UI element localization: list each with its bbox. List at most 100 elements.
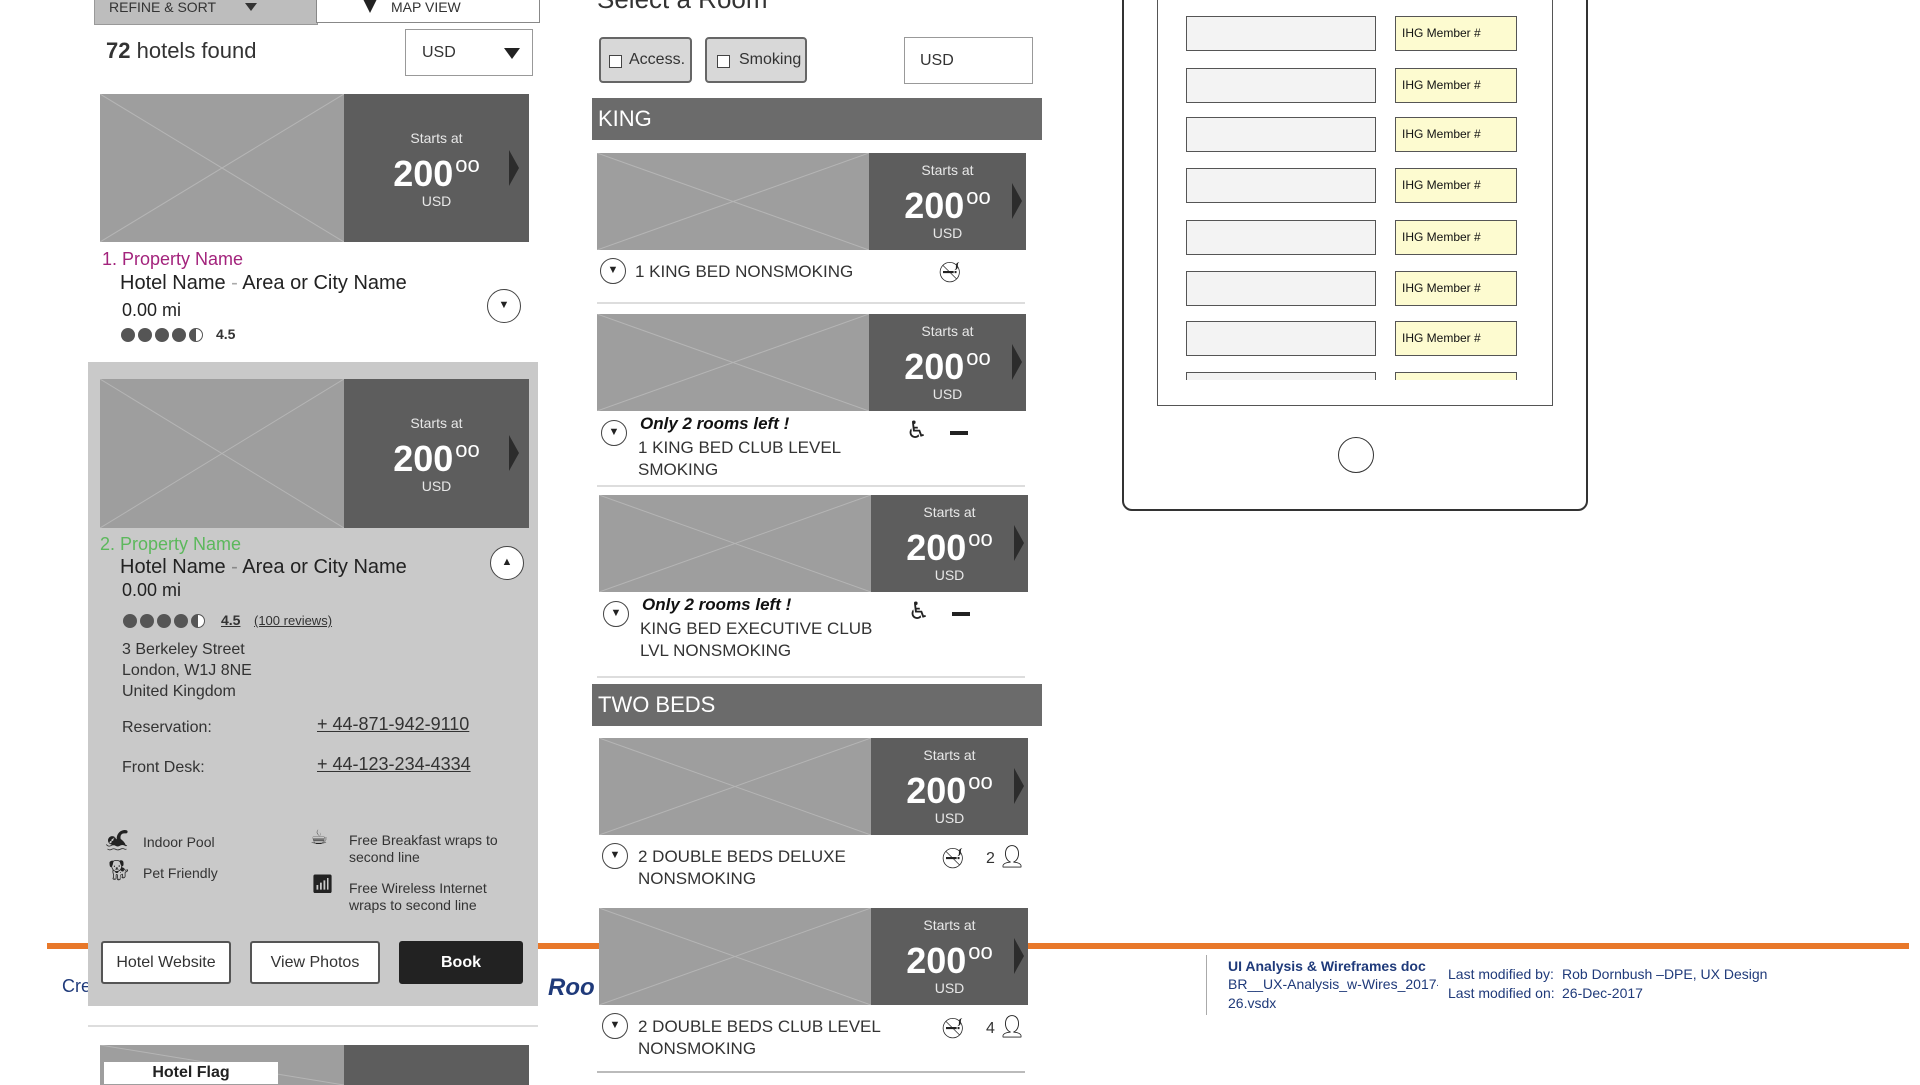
ihg-member-field[interactable] bbox=[1395, 372, 1517, 380]
modified-by: Rob Dornbush –DPE, UX Design bbox=[1562, 966, 1768, 982]
ihg-member-field[interactable]: IHG Member # bbox=[1395, 68, 1517, 103]
price-starts-label: Starts at bbox=[410, 130, 463, 146]
collapse-chevron-up-icon[interactable]: ▲ bbox=[490, 546, 524, 580]
expand-chevron-down-icon[interactable]: ▼ bbox=[601, 420, 627, 446]
ihg-member-field[interactable]: IHG Member # bbox=[1395, 271, 1517, 306]
modified-on: 26-Dec-2017 bbox=[1562, 985, 1643, 1001]
price-block[interactable]: Starts at 200oo USD bbox=[871, 908, 1028, 1005]
expand-chevron-down-icon[interactable]: ▼ bbox=[602, 1013, 628, 1039]
hotel-image-placeholder bbox=[100, 94, 344, 242]
ihg-member-field[interactable]: IHG Member # bbox=[1395, 220, 1517, 255]
frontdesk-phone-link[interactable]: + 44-123-234-4334 bbox=[317, 754, 471, 775]
room-image-placeholder bbox=[599, 738, 871, 835]
guest-name-field[interactable] bbox=[1186, 117, 1376, 152]
currency-field-value: USD bbox=[920, 52, 954, 69]
guest-name-field[interactable] bbox=[1186, 168, 1376, 203]
price-cents: oo bbox=[968, 939, 993, 964]
ihg-member-field[interactable]: IHG Member # bbox=[1395, 168, 1517, 203]
price-amount: 200oo bbox=[869, 178, 1026, 225]
price-block[interactable]: Starts at 200oo USD bbox=[871, 738, 1028, 835]
smoking-filter-label: Smoking bbox=[739, 51, 802, 68]
tablet-screen: IHG Member # IHG Member # IHG Member # I… bbox=[1157, 0, 1553, 406]
chevron-right-icon bbox=[509, 435, 519, 471]
footer-mid-text: Roo bbox=[548, 974, 595, 1001]
guest-name-field[interactable] bbox=[1186, 16, 1376, 51]
property-name[interactable]: 2. Property Name bbox=[100, 534, 241, 555]
price-starts-label: Starts at bbox=[921, 323, 974, 339]
doc-filename-1: BR__UX-Analysis_w-Wires_2017-12- bbox=[1228, 976, 1438, 992]
doc-title: UI Analysis & Wireframes doc bbox=[1228, 958, 1426, 974]
guest-name-field[interactable] bbox=[1186, 68, 1376, 103]
map-view-label: MAP VIEW bbox=[391, 0, 461, 15]
reservation-label: Reservation: bbox=[122, 719, 212, 736]
person-icon: 👤︎ bbox=[998, 1014, 1026, 1039]
price-block[interactable]: Starts at 200oo USD bbox=[344, 94, 529, 242]
results-count-number: 72 bbox=[106, 38, 131, 63]
price-block[interactable]: Starts at 200oo USD bbox=[344, 379, 529, 528]
wifi-icon: 📶︎ bbox=[311, 874, 334, 894]
currency-field[interactable]: USD bbox=[904, 37, 1033, 84]
address-line-1: 3 Berkeley Street bbox=[122, 641, 245, 658]
expand-chevron-down-icon[interactable]: ▼ bbox=[602, 843, 628, 869]
currency-select[interactable]: USD bbox=[405, 29, 533, 76]
guest-name-field[interactable] bbox=[1186, 220, 1376, 255]
chevron-down-icon bbox=[245, 3, 257, 11]
doc-filename-2: 26.vsdx bbox=[1228, 995, 1277, 1011]
ihg-member-field[interactable]: IHG Member # bbox=[1395, 321, 1517, 356]
price-currency: USD bbox=[421, 478, 452, 494]
hotel-name-line: Hotel Name - Area or City Name bbox=[120, 272, 407, 295]
price-amount-value: 200 bbox=[906, 527, 967, 568]
price-amount: 200oo bbox=[871, 933, 1028, 980]
reservation-phone-link[interactable]: + 44-871-942-9110 bbox=[317, 714, 469, 735]
room-type-line2: NONSMOKING bbox=[638, 869, 757, 888]
price-amount: 200oo bbox=[344, 431, 529, 478]
tablet-home-button[interactable] bbox=[1338, 437, 1374, 473]
ihg-member-field[interactable]: IHG Member # bbox=[1395, 16, 1517, 51]
chevron-down-icon bbox=[504, 48, 520, 59]
expand-chevron-down-icon[interactable]: ▼ bbox=[600, 258, 626, 284]
smoking-icon bbox=[950, 431, 968, 435]
price-starts-label: Starts at bbox=[410, 415, 463, 431]
checkbox[interactable] bbox=[717, 55, 730, 68]
price-block[interactable]: Starts at 200oo USD bbox=[869, 314, 1026, 411]
guest-count: 4 bbox=[986, 1020, 995, 1037]
room-image-placeholder bbox=[597, 153, 869, 250]
view-photos-button[interactable]: View Photos bbox=[250, 941, 380, 984]
property-name[interactable]: 1. Property Name bbox=[102, 249, 243, 270]
hotel-website-button[interactable]: Hotel Website bbox=[101, 941, 231, 984]
price-currency: USD bbox=[932, 225, 963, 241]
room-type-line2: LVL NONSMOKING bbox=[640, 641, 792, 660]
rating-value: 4.5 bbox=[221, 612, 241, 628]
map-view-tab[interactable]: MAP VIEW bbox=[316, 0, 540, 23]
smoking-filter[interactable]: Smoking bbox=[705, 37, 807, 83]
coffee-icon: ☕︎ bbox=[310, 827, 328, 849]
no-smoking-icon: 🚭︎ bbox=[940, 848, 966, 870]
book-button[interactable]: Book bbox=[399, 941, 523, 984]
access-filter[interactable]: Access. bbox=[599, 37, 692, 83]
guest-count: 2 bbox=[986, 850, 995, 867]
price-amount: 200oo bbox=[871, 763, 1028, 810]
results-count: 72 hotels found bbox=[106, 38, 256, 64]
price-currency: USD bbox=[934, 810, 965, 826]
footer-left-text: Cre bbox=[62, 976, 92, 996]
ihg-member-field[interactable]: IHG Member # bbox=[1395, 117, 1517, 152]
room-image-placeholder bbox=[599, 908, 871, 1005]
expand-chevron-down-icon[interactable]: ▼ bbox=[603, 601, 629, 627]
modified-by-label: Last modified by: bbox=[1448, 966, 1554, 982]
expand-chevron-down-icon[interactable]: ▼ bbox=[487, 289, 521, 323]
price-block[interactable]: Starts at 200oo USD bbox=[869, 153, 1026, 250]
refine-sort-tab[interactable]: REFINE & SORT bbox=[94, 0, 318, 25]
reviews-link[interactable]: (100 reviews) bbox=[254, 613, 332, 628]
checkbox[interactable] bbox=[609, 55, 622, 68]
hotel-name: Hotel Name bbox=[120, 556, 226, 578]
price-block[interactable]: Starts at 200oo USD bbox=[871, 495, 1028, 592]
hotel-distance: 0.00 mi bbox=[122, 300, 182, 320]
guest-name-field[interactable] bbox=[1186, 321, 1376, 356]
price-block bbox=[344, 1045, 529, 1085]
amenity-breakfast-1: Free Breakfast wraps to bbox=[349, 832, 498, 848]
room-type: 2 DOUBLE BEDS DELUXE bbox=[638, 847, 846, 866]
guest-name-field[interactable] bbox=[1186, 271, 1376, 306]
room-divider bbox=[597, 1071, 1025, 1073]
guest-name-field[interactable] bbox=[1186, 372, 1376, 380]
chevron-right-icon bbox=[509, 150, 519, 186]
